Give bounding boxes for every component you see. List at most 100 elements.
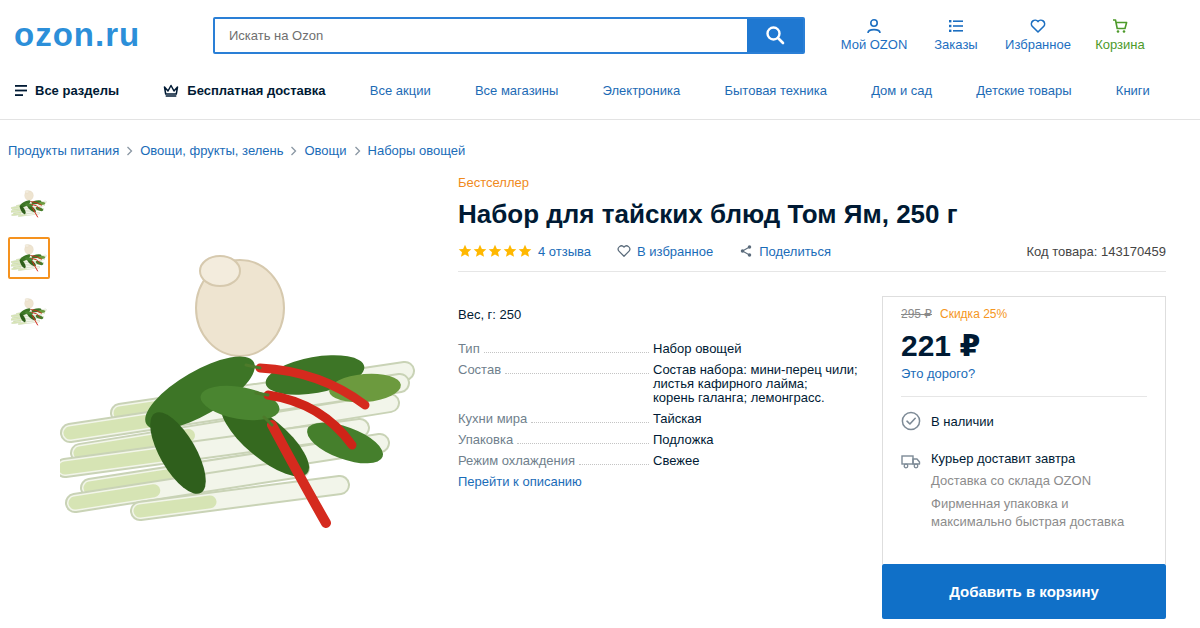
spec-row: Режим охлаждения Свежее [458,454,882,468]
star-icon [503,244,517,258]
spec-value: листья кафирного лайма; [653,377,873,391]
heart-icon [617,244,631,258]
spec-value: Состав набора: мини-перец чили; [653,363,873,377]
product-photo [11,298,47,326]
star-icon [518,244,532,258]
chevron-icon [290,146,297,156]
nav-link[interactable]: Электроника [603,83,681,98]
nav-link[interactable]: Дом и сад [871,83,932,98]
spec-row: Упаковка Подложка [458,433,882,447]
star-icon [458,244,472,258]
user-icon [866,18,882,34]
header-action[interactable]: Заказы [915,18,997,52]
truck-icon [901,451,921,471]
delivery-label: Курьер доставит завтра [931,451,1131,467]
favorite-label[interactable]: В избранное [637,244,713,259]
reviews-link[interactable]: 4 отзыва [538,244,591,259]
spec-label: Упаковка [458,433,513,447]
chevron-icon [354,146,361,156]
price: 221 ₽ [901,330,1147,362]
old-price: 295 ₽ [901,306,932,322]
warehouse-note: Доставка со склада OZON [931,473,1131,489]
spec-value: корень галанга; лемонграсс. [653,391,873,405]
spec-row: Состав Состав набора: мини-перец чили;лис… [458,363,882,405]
product-title: Набор для тайских блюд Том Ям, 250 г [458,199,1166,229]
weight: Вес, г: 250 [458,308,882,322]
check-circle-icon [901,411,921,431]
search-button[interactable] [747,19,803,52]
heart-icon [1030,18,1046,34]
all-sections-menu[interactable]: Все разделы [15,83,119,98]
nav-link[interactable]: Все магазины [475,83,558,98]
nav-primary-label[interactable]: Бесплатная доставка [187,83,325,98]
hamburger-icon [15,85,27,96]
ozon-logo[interactable]: ozon.ru [14,16,180,54]
too-expensive-link[interactable]: Это дорого? [901,366,1147,382]
breadcrumb-link[interactable]: Продукты питания [8,142,119,160]
header-action-label[interactable]: Избранное [1005,37,1071,52]
product-code: Код товара: 143170459 [1027,244,1167,259]
header-action-label[interactable]: Заказы [934,37,977,52]
share-label[interactable]: Поделиться [759,244,831,259]
packaging-note: Фирменная упаковка и максимально быстрая… [931,495,1131,531]
breadcrumb-link[interactable]: Наборы овощей [368,142,466,160]
nav-primary-label[interactable]: Все разделы [35,83,119,98]
add-to-cart-button[interactable]: Добавить в корзину [882,564,1166,619]
orders-list-icon [948,18,964,34]
nav-link[interactable]: Книги [1116,83,1150,98]
thumbnail[interactable] [8,237,50,279]
discount: Скидка 25% [940,306,1007,322]
spec-value: Набор овощей [653,342,873,356]
spec-list: ТипНабор овощей Состав Состав набора: мини… [458,342,882,468]
header-action[interactable]: Избранное [997,18,1079,52]
magnifier-icon [765,25,785,45]
category-nav: Все разделы Бесплатная доставка Все акции В… [0,70,1200,110]
bestseller-badge: Бестселлер [458,175,1166,191]
breadcrumbs: Продукты питания Овощи, фрукты, зелень Ово… [0,120,1200,160]
header-action[interactable]: Корзина [1079,18,1161,52]
favorite-link[interactable]: В избранное [617,244,713,259]
breadcrumb-link[interactable]: Овощи [304,142,346,160]
thumbnail[interactable] [8,183,50,225]
nav-link[interactable]: Бытовая техника [724,83,826,98]
offer-panel: 295 ₽ Скидка 25% 221 ₽ Это дорого? В нал… [882,296,1166,619]
free-delivery-link[interactable]: Бесплатная доставка [163,83,325,98]
breadcrumb-link[interactable]: Овощи, фрукты, зелень [140,142,283,160]
thumbnail[interactable] [8,291,50,333]
header-action[interactable]: Мой OZON [833,18,915,52]
share-link[interactable]: Поделиться [739,244,831,259]
spec-value: Тайская [653,412,873,426]
delivery: Курьер доставит завтра Доставка со склад… [901,451,1147,531]
spec-value: Подложка [653,433,873,447]
product-meta: 4 отзыва В избранное Поделиться Код това… [458,241,1166,272]
star-icon [473,244,487,258]
product-image[interactable] [60,175,430,619]
nav-link[interactable]: Все акции [370,83,431,98]
product-photo [11,244,47,272]
spec-label: Режим охлаждения [458,454,575,468]
spec-label: Состав [458,363,501,377]
spec-row: ТипНабор овощей [458,342,882,356]
cart-icon [1112,18,1128,34]
availability-label: В наличии [931,414,994,429]
rating-stars [458,244,532,258]
thumbnail-list [0,183,50,619]
header-actions: Мой OZON Заказы Избранное Корзина [833,18,1161,52]
spec-label: Кухни мира [458,412,527,426]
search-input[interactable] [215,19,747,52]
share-icon [739,244,753,258]
spec-value: Свежее [653,454,873,468]
header-action-label[interactable]: Мой OZON [841,37,908,52]
product-photo [11,190,47,218]
availability: В наличии [901,411,1147,431]
chevron-icon [126,146,133,156]
nav-link[interactable]: Детские товары [976,83,1071,98]
product-photo [60,253,420,533]
header-action-label[interactable]: Корзина [1095,37,1145,52]
spec-row: Кухни мира Тайская [458,412,882,426]
search-bar [213,17,805,54]
header: ozon.ru Мой OZON Заказы Избранное Корзина [0,0,1200,70]
star-icon [488,244,502,258]
description-link[interactable]: Перейти к описанию [458,475,882,489]
spec-panel: Вес, г: 250 ТипНабор овощей Состав Состав … [458,272,882,619]
